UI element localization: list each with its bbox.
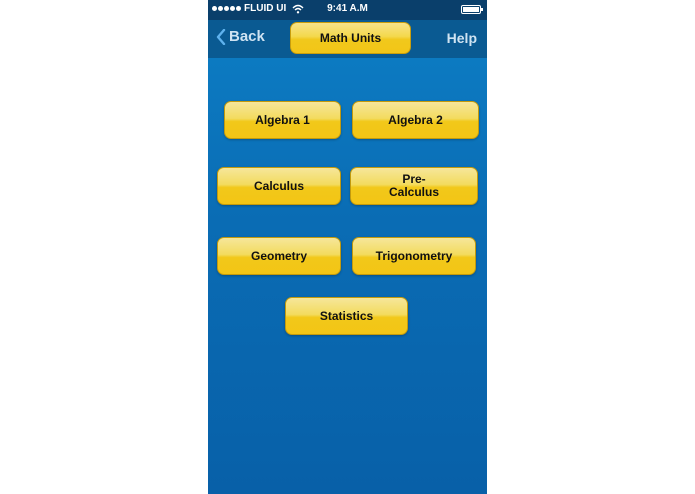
phone-screen: FLUID UI 9:41 A.M Back Math Units Help A… [208, 0, 487, 494]
unit-button-algebra-1[interactable]: Algebra 1 [224, 101, 341, 139]
unit-button-pre-calculus[interactable]: Pre- Calculus [350, 167, 478, 205]
battery-icon [461, 5, 483, 14]
unit-button-trigonometry[interactable]: Trigonometry [352, 237, 476, 275]
unit-button-geometry[interactable]: Geometry [217, 237, 341, 275]
help-button[interactable]: Help [447, 30, 477, 46]
back-button[interactable]: Back [216, 28, 265, 45]
back-label: Back [229, 28, 265, 45]
unit-button-algebra-2[interactable]: Algebra 2 [352, 101, 479, 139]
status-bar: FLUID UI 9:41 A.M [208, 0, 487, 20]
unit-button-calculus[interactable]: Calculus [217, 167, 341, 205]
nav-bar: Back Math Units Help [208, 20, 487, 58]
unit-button-statistics[interactable]: Statistics [285, 297, 408, 335]
page-title: Math Units [290, 22, 411, 54]
chevron-left-icon [216, 28, 226, 45]
status-time: 9:41 A.M [327, 3, 368, 14]
